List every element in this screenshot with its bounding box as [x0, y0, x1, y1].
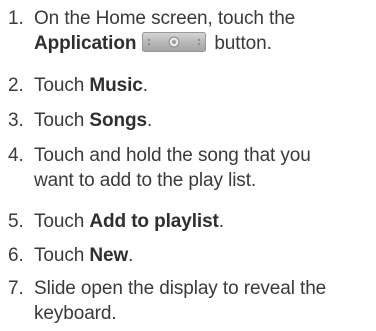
step-text-line: Slide open the display to reveal the [34, 278, 327, 299]
new-label: New [89, 245, 129, 266]
step-number: 5. [8, 211, 24, 232]
step-7: 7. Slide open the display to reveal the … [0, 276, 376, 331]
step-text: Touch New. [34, 243, 372, 268]
step-text-after: button. [214, 33, 272, 54]
step-text-line: want to add to the play list. [34, 170, 257, 191]
songs-label: Songs [89, 110, 147, 131]
step-text-after: . [142, 75, 148, 96]
step-text-after: . [146, 110, 153, 131]
step-text-before: Touch [34, 75, 90, 96]
step-text-after: . [128, 245, 134, 266]
step-text-line: On the Home screen, touch the [34, 8, 296, 29]
step-text-after: . [218, 211, 224, 232]
step-text: Touch Songs. [34, 108, 372, 133]
step-text: Touch and hold the song that you want to… [34, 143, 372, 193]
application-label: Application [34, 33, 137, 54]
step-text-line: keyboard. [34, 303, 117, 324]
music-label: Music [89, 75, 143, 96]
step-text-before: Touch [34, 245, 90, 266]
step-number: 7. [8, 278, 24, 299]
step-number: 4. [8, 145, 24, 166]
step-number: 2. [8, 75, 24, 96]
step-text-line: Touch and hold the song that you [34, 145, 311, 166]
step-text: Touch Music. [34, 73, 372, 98]
step-number: 3. [8, 110, 24, 131]
application-button-icon [142, 31, 207, 52]
step-text: On the Home screen, touch the Applicatio… [34, 6, 372, 56]
step-4: 4. Touch and hold the song that you want… [0, 143, 376, 203]
step-text: Touch Add to playlist. [34, 209, 372, 234]
step-text: Slide open the display to reveal the key… [34, 276, 372, 326]
step-number: 6. [8, 245, 24, 266]
step-number: 1. [8, 8, 24, 29]
add-to-playlist-label: Add to playlist [89, 211, 219, 232]
step-1: 1. On the Home screen, touch the Applica… [0, 6, 376, 66]
step-text-before: Touch [34, 110, 90, 131]
step-text-before: Touch [34, 211, 90, 232]
